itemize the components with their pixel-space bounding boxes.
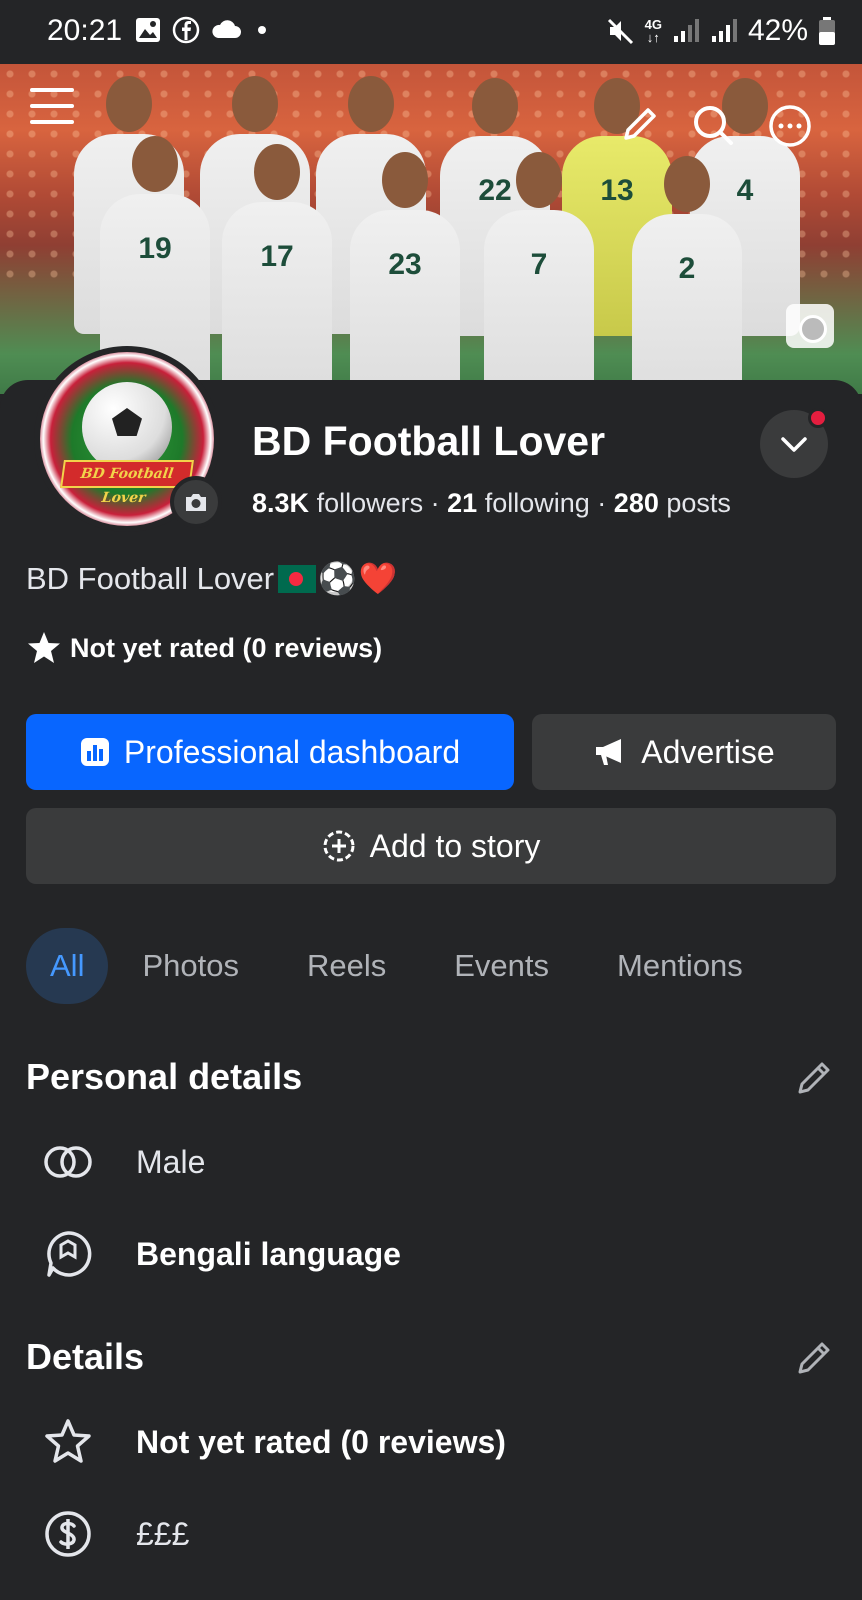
add-to-story-button[interactable]: Add to story bbox=[26, 808, 836, 884]
bio: BD Football Lover ⚽ ❤️ bbox=[26, 560, 397, 597]
language-value: Bengali language bbox=[136, 1235, 401, 1272]
search-icon[interactable] bbox=[692, 104, 734, 146]
details-title: Details bbox=[26, 1336, 145, 1377]
tab-mentions[interactable]: Mentions bbox=[583, 928, 777, 1004]
cover-player: 23 bbox=[350, 152, 460, 394]
language-icon bbox=[47, 1231, 92, 1277]
status-icons-right: 4G ↓↑ 42% bbox=[605, 14, 836, 48]
language-row: Bengali language bbox=[40, 1226, 401, 1282]
details-rating-row: Not yet rated (0 reviews) bbox=[40, 1414, 506, 1470]
add-story-icon bbox=[323, 830, 355, 862]
rating-text: Not yet rated (0 reviews) bbox=[70, 632, 383, 663]
bio-emoji-heart: ❤️ bbox=[358, 561, 398, 596]
more-options-icon[interactable] bbox=[768, 104, 812, 148]
edit-icon[interactable] bbox=[620, 104, 660, 144]
status-bar: 20:21 4G ↓↑ 42% bbox=[0, 0, 862, 64]
star-filled-icon bbox=[28, 632, 60, 663]
football-icon bbox=[82, 382, 172, 472]
advertise-label: Advertise bbox=[641, 733, 775, 770]
gender-row: Male bbox=[40, 1134, 205, 1190]
page-title: BD Football Lover bbox=[252, 418, 606, 464]
tab-events[interactable]: Events bbox=[420, 928, 583, 1004]
avatar-logo-text: BD Football Lover bbox=[60, 460, 194, 506]
following-count[interactable]: 21 bbox=[447, 488, 477, 518]
cover-photo[interactable]: 22 13 4 19 17 23 7 2 bbox=[0, 64, 862, 394]
tab-photos[interactable]: Photos bbox=[108, 928, 273, 1004]
tab-all[interactable]: All bbox=[26, 928, 109, 1004]
mute-icon bbox=[607, 18, 633, 45]
followers-count[interactable]: 8.3K bbox=[252, 488, 309, 518]
megaphone-icon bbox=[596, 739, 622, 765]
network-icon: 4G ↓↑ bbox=[644, 17, 662, 45]
dot-icon bbox=[258, 26, 266, 34]
profile-tabs: All Photos Reels Events Mentions bbox=[26, 928, 777, 1004]
chevron-down-icon bbox=[781, 437, 807, 452]
professional-dashboard-button[interactable]: Professional dashboard bbox=[26, 714, 514, 790]
price-range-row: £££ bbox=[40, 1506, 189, 1562]
gender-value: Male bbox=[136, 1143, 206, 1180]
gallery-icon bbox=[136, 18, 160, 42]
cloud-icon bbox=[212, 20, 241, 38]
bio-emoji-football: ⚽ bbox=[318, 561, 357, 596]
signal-icon bbox=[711, 19, 737, 42]
dollar-icon bbox=[45, 1511, 91, 1557]
battery-icon bbox=[819, 17, 835, 45]
price-range-value: £££ bbox=[136, 1515, 190, 1552]
stats-separator: · bbox=[430, 488, 440, 518]
cover-player: 2 bbox=[632, 156, 742, 394]
battery-percent: 42% bbox=[747, 14, 808, 47]
stats-separator: · bbox=[597, 488, 607, 518]
edit-personal-details-icon[interactable] bbox=[796, 1058, 834, 1096]
details-rating-value: Not yet rated (0 reviews) bbox=[136, 1423, 506, 1460]
profile-camera-icon[interactable] bbox=[170, 476, 222, 528]
cover-player: 17 bbox=[222, 144, 332, 394]
star-outline-icon bbox=[45, 1419, 91, 1463]
add-to-story-label: Add to story bbox=[369, 827, 541, 864]
profile-stats: 8.3K followers · 21 following · 280 post… bbox=[252, 488, 731, 519]
dashboard-icon bbox=[80, 738, 109, 766]
advertise-button[interactable]: Advertise bbox=[532, 714, 836, 790]
menu-icon[interactable] bbox=[30, 86, 74, 126]
bio-text: BD Football Lover bbox=[26, 560, 275, 596]
cover-player: 7 bbox=[484, 152, 594, 394]
notification-dot bbox=[808, 408, 828, 428]
following-label[interactable]: following bbox=[485, 488, 590, 518]
posts-count: 280 bbox=[613, 488, 659, 518]
facebook-icon bbox=[172, 16, 200, 44]
bangladesh-flag-icon bbox=[278, 564, 317, 593]
personal-details-title: Personal details bbox=[26, 1056, 303, 1097]
signal-icon bbox=[673, 19, 699, 42]
followers-label[interactable]: followers bbox=[317, 488, 424, 518]
cover-camera-icon[interactable] bbox=[786, 304, 834, 348]
status-icons-left bbox=[134, 16, 272, 44]
posts-label: posts bbox=[666, 488, 731, 518]
status-time: 20:21 bbox=[47, 14, 123, 47]
rating-summary[interactable]: Not yet rated (0 reviews) bbox=[26, 630, 382, 666]
tab-reels[interactable]: Reels bbox=[273, 928, 420, 1004]
professional-dashboard-label: Professional dashboard bbox=[123, 733, 461, 770]
edit-details-icon[interactable] bbox=[796, 1338, 834, 1376]
gender-icon bbox=[44, 1146, 92, 1178]
